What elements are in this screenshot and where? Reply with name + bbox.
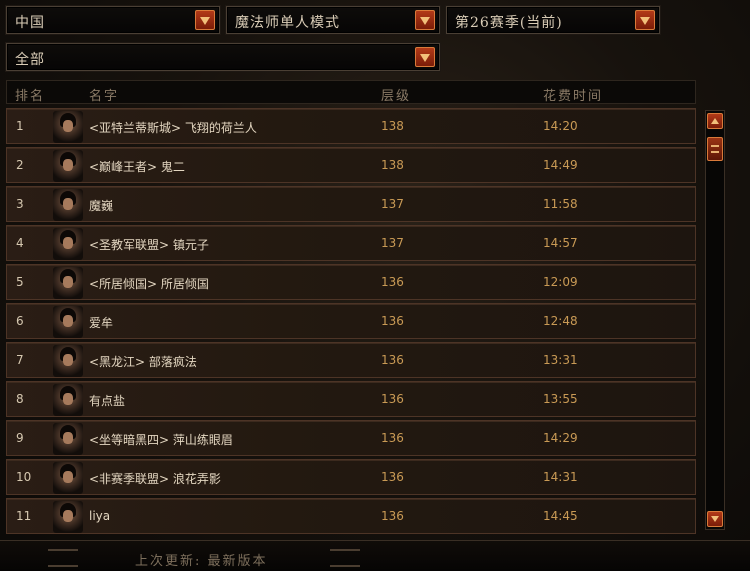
scroll-up-icon[interactable]	[707, 113, 723, 129]
avatar	[53, 501, 83, 533]
row-level: 136	[381, 275, 404, 289]
avatar	[53, 189, 83, 221]
row-rank: 1	[16, 119, 24, 133]
row-time: 12:09	[543, 275, 578, 289]
row-rank: 11	[16, 509, 32, 523]
avatar	[53, 267, 83, 299]
row-level: 136	[381, 470, 404, 484]
mode-value: 魔法师单人模式	[235, 15, 340, 31]
row-level: 136	[381, 431, 404, 445]
player-name[interactable]: <所居倾国> 所居倾国	[89, 275, 209, 292]
table-row[interactable]: 1 <亚特兰蒂斯城> 飞翔的荷兰人 138 14:20	[6, 108, 696, 144]
region-value: 中国	[15, 15, 45, 31]
row-level: 136	[381, 353, 404, 367]
row-level: 136	[381, 509, 404, 523]
row-time: 12:48	[543, 314, 578, 328]
avatar	[53, 150, 83, 182]
row-level: 138	[381, 158, 404, 172]
avatar	[53, 306, 83, 338]
mode-dropdown[interactable]: 魔法师单人模式	[226, 6, 440, 34]
avatar	[53, 345, 83, 377]
row-level: 137	[381, 197, 404, 211]
player-name[interactable]: <非赛季联盟> 浪花弄影	[89, 470, 221, 487]
rank-column-header: 排名	[15, 89, 46, 104]
row-rank: 7	[16, 353, 24, 367]
player-name[interactable]: liya	[89, 509, 110, 523]
row-time: 13:55	[543, 392, 578, 406]
player-name[interactable]: <圣教军联盟> 镇元子	[89, 236, 209, 253]
row-rank: 9	[16, 431, 24, 445]
player-name[interactable]: <坐等暗黑四> 萍山练眼眉	[89, 431, 233, 448]
leaderboard-list: 1 <亚特兰蒂斯城> 飞翔的荷兰人 138 14:20 2 <巅峰王者> 鬼二 138 14:…	[6, 108, 696, 537]
name-column-header: 名字	[89, 89, 120, 104]
table-row[interactable]: 2 <巅峰王者> 鬼二 138 14:49	[6, 147, 696, 183]
row-time: 11:58	[543, 197, 578, 211]
table-row[interactable]: 10 <非赛季联盟> 浪花弄影 136 14:31	[6, 459, 696, 495]
table-row[interactable]: 7 <黑龙江> 部落疯法 136 13:31	[6, 342, 696, 378]
row-time: 14:31	[543, 470, 578, 484]
season-dropdown[interactable]: 第26赛季(当前)	[446, 6, 660, 34]
player-name[interactable]: <黑龙江> 部落疯法	[89, 353, 197, 370]
scrollbar[interactable]	[705, 110, 725, 530]
player-name[interactable]: 爱牟	[89, 314, 113, 331]
avatar	[53, 462, 83, 494]
level-column-header: 层级	[381, 89, 412, 104]
scroll-down-icon[interactable]	[707, 511, 723, 527]
row-time: 14:49	[543, 158, 578, 172]
season-value: 第26赛季(当前)	[455, 15, 563, 31]
row-time: 13:31	[543, 353, 578, 367]
avatar	[53, 111, 83, 143]
row-rank: 2	[16, 158, 24, 172]
class-filter-dropdown[interactable]: 全部	[6, 43, 440, 71]
chevron-down-icon[interactable]	[635, 10, 655, 30]
row-time: 14:20	[543, 119, 578, 133]
row-rank: 4	[16, 236, 24, 250]
player-name[interactable]: <巅峰王者> 鬼二	[89, 158, 185, 175]
row-time: 14:45	[543, 509, 578, 523]
time-column-header: 花费时间	[543, 89, 604, 104]
avatar	[53, 384, 83, 416]
region-dropdown[interactable]: 中国	[6, 6, 220, 34]
avatar	[53, 228, 83, 260]
row-level: 137	[381, 236, 404, 250]
leaderboard-header: 排名 名字 层级 花费时间	[6, 80, 696, 104]
player-name[interactable]: <亚特兰蒂斯城> 飞翔的荷兰人	[89, 119, 257, 136]
row-rank: 6	[16, 314, 24, 328]
table-row[interactable]: 4 <圣教军联盟> 镇元子 137 14:57	[6, 225, 696, 261]
row-level: 136	[381, 392, 404, 406]
avatar	[53, 423, 83, 455]
chevron-down-icon[interactable]	[195, 10, 215, 30]
footer-bar: 上次更新: 最新版本	[0, 540, 750, 571]
table-row[interactable]: 3 魔巍 137 11:58	[6, 186, 696, 222]
table-row[interactable]: 9 <坐等暗黑四> 萍山练眼眉 136 14:29	[6, 420, 696, 456]
table-row[interactable]: 11 liya 136 14:45	[6, 498, 696, 534]
row-rank: 5	[16, 275, 24, 289]
class-filter-value: 全部	[15, 52, 45, 68]
row-time: 14:57	[543, 236, 578, 250]
chevron-down-icon[interactable]	[415, 47, 435, 67]
table-row[interactable]: 8 有点盐 136 13:55	[6, 381, 696, 417]
scrollbar-thumb[interactable]	[707, 137, 723, 161]
player-name[interactable]: 魔巍	[89, 197, 113, 214]
footer-ornament-left	[48, 549, 78, 567]
row-level: 136	[381, 314, 404, 328]
row-rank: 3	[16, 197, 24, 211]
table-row[interactable]: 5 <所居倾国> 所居倾国 136 12:09	[6, 264, 696, 300]
last-update-text: 上次更新: 最新版本	[135, 554, 268, 569]
player-name[interactable]: 有点盐	[89, 392, 125, 409]
row-rank: 8	[16, 392, 24, 406]
row-time: 14:29	[543, 431, 578, 445]
row-level: 138	[381, 119, 404, 133]
table-row[interactable]: 6 爱牟 136 12:48	[6, 303, 696, 339]
footer-ornament-right	[330, 549, 360, 567]
chevron-down-icon[interactable]	[415, 10, 435, 30]
row-rank: 10	[16, 470, 32, 484]
